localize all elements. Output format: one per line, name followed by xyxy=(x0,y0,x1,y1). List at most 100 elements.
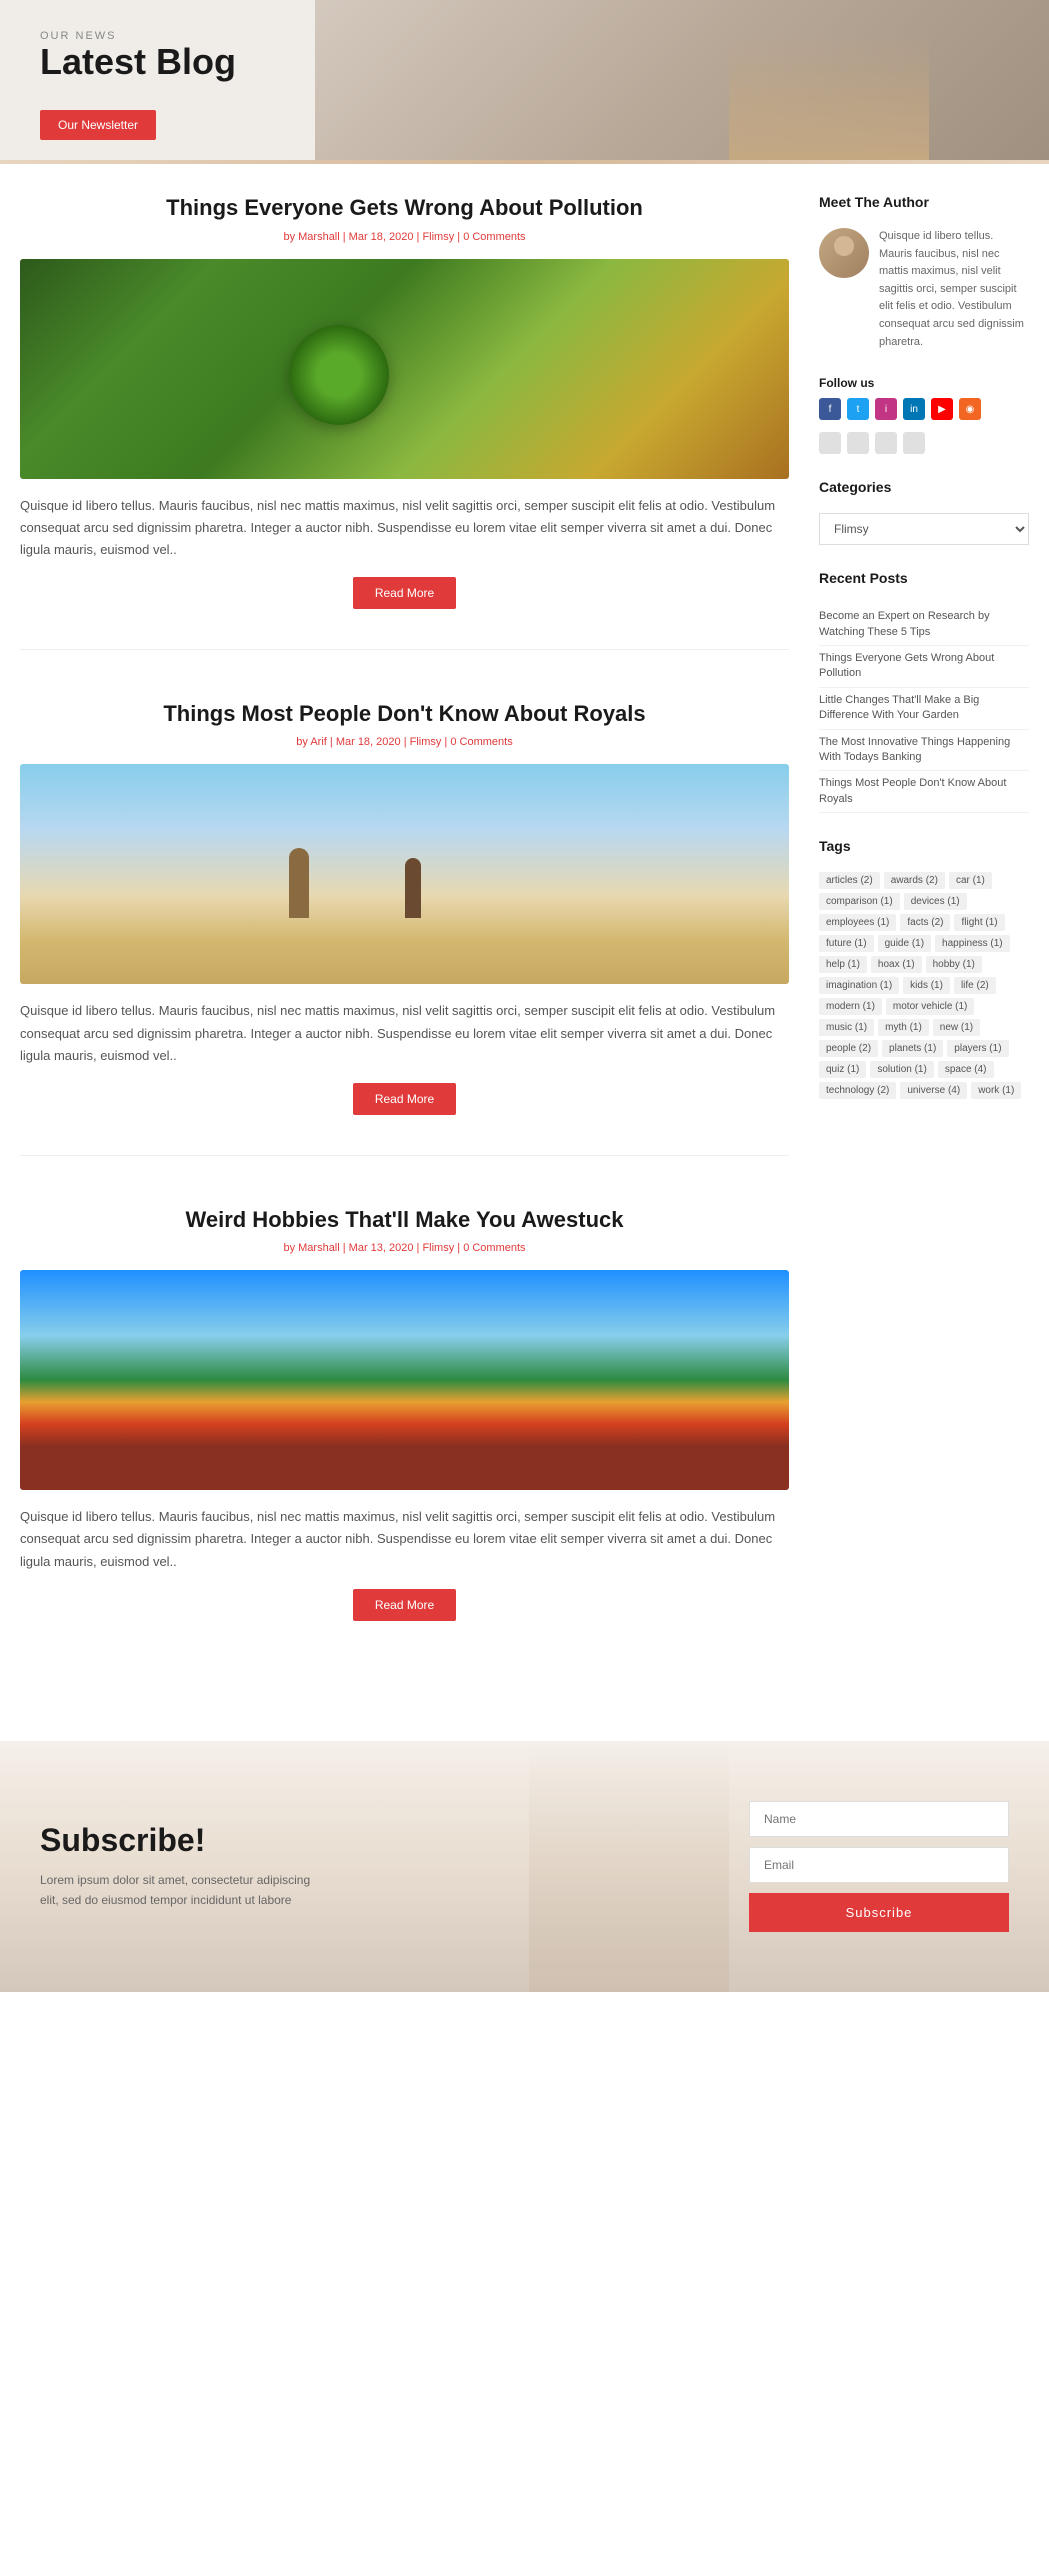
subscribe-section: Subscribe! Lorem ipsum dolor sit amet, c… xyxy=(0,1741,1049,1992)
tag-item[interactable]: guide (1) xyxy=(878,935,931,952)
youtube-icon[interactable]: ▶ xyxy=(931,398,953,420)
post-meta-3: by Marshall | Mar 13, 2020 | Flimsy | 0 … xyxy=(20,1242,789,1254)
categories-select[interactable]: Flimsy xyxy=(819,513,1029,545)
read-more-button-3[interactable]: Read More xyxy=(353,1589,456,1621)
tag-item[interactable]: space (4) xyxy=(938,1061,994,1078)
post-image-1 xyxy=(20,259,789,479)
recent-posts-section: Recent Posts Become an Expert on Researc… xyxy=(819,570,1029,813)
facebook-icon[interactable]: f xyxy=(819,398,841,420)
tag-item[interactable]: modern (1) xyxy=(819,998,882,1015)
social-icons-row-2 xyxy=(819,432,1029,454)
tag-item[interactable]: car (1) xyxy=(949,872,992,889)
tag-item[interactable]: kids (1) xyxy=(903,977,950,994)
tag-item[interactable]: facts (2) xyxy=(900,914,950,931)
blog-post-1: Things Everyone Gets Wrong About Polluti… xyxy=(20,194,789,650)
author-avatar xyxy=(819,228,869,278)
extra-social-3[interactable] xyxy=(875,432,897,454)
tag-item[interactable]: help (1) xyxy=(819,956,867,973)
follow-us-title: Follow us xyxy=(819,376,1029,390)
tag-item[interactable]: articles (2) xyxy=(819,872,880,889)
extra-social-1[interactable] xyxy=(819,432,841,454)
blog-post-2: Things Most People Don't Know About Roya… xyxy=(20,700,789,1156)
author-section-title: Meet The Author xyxy=(819,194,1029,216)
post-image-pollution xyxy=(20,259,789,479)
post-image-beach xyxy=(20,764,789,984)
tag-item[interactable]: people (2) xyxy=(819,1040,878,1057)
tag-item[interactable]: imagination (1) xyxy=(819,977,899,994)
tag-item[interactable]: employees (1) xyxy=(819,914,896,931)
blog-post-3: Weird Hobbies That'll Make You Awestuck … xyxy=(20,1206,789,1661)
post-image-2 xyxy=(20,764,789,984)
header-text: OUR NEWS Latest Blog xyxy=(40,30,236,82)
header-background xyxy=(315,0,1049,160)
rss-icon[interactable]: ◉ xyxy=(959,398,981,420)
recent-post-item-2[interactable]: Things Everyone Gets Wrong About Polluti… xyxy=(819,646,1029,688)
linkedin-icon[interactable]: in xyxy=(903,398,925,420)
tag-item[interactable]: comparison (1) xyxy=(819,893,900,910)
tags-section: Tags articles (2)awards (2)car (1) compar… xyxy=(819,838,1029,1099)
recent-post-item-5[interactable]: Things Most People Don't Know About Roya… xyxy=(819,771,1029,813)
subscribe-email-input[interactable] xyxy=(749,1847,1009,1883)
post-title-1: Things Everyone Gets Wrong About Polluti… xyxy=(20,194,789,223)
instagram-icon[interactable]: i xyxy=(875,398,897,420)
categories-section: Categories Flimsy xyxy=(819,479,1029,545)
post-excerpt-1: Quisque id libero tellus. Mauris faucibu… xyxy=(20,495,789,561)
tag-item[interactable]: work (1) xyxy=(971,1082,1021,1099)
post-excerpt-2: Quisque id libero tellus. Mauris faucibu… xyxy=(20,1000,789,1066)
post-title-3: Weird Hobbies That'll Make You Awestuck xyxy=(20,1206,789,1235)
tag-item[interactable]: music (1) xyxy=(819,1019,874,1036)
tag-item[interactable]: technology (2) xyxy=(819,1082,896,1099)
subscribe-form: Subscribe xyxy=(749,1801,1009,1932)
tags-title: Tags xyxy=(819,838,1029,860)
follow-section: Follow us f t i in ▶ ◉ xyxy=(819,376,1029,454)
tag-item[interactable]: flight (1) xyxy=(954,914,1004,931)
tag-item[interactable]: myth (1) xyxy=(878,1019,929,1036)
tag-item[interactable]: players (1) xyxy=(947,1040,1008,1057)
tag-item[interactable]: life (2) xyxy=(954,977,996,994)
tag-item[interactable]: happiness (1) xyxy=(935,935,1010,952)
recent-posts-list: Become an Expert on Research by Watching… xyxy=(819,604,1029,813)
read-more-button-2[interactable]: Read More xyxy=(353,1083,456,1115)
newsletter-button[interactable]: Our Newsletter xyxy=(40,110,156,140)
tag-item[interactable]: new (1) xyxy=(933,1019,980,1036)
author-bio: Quisque id libero tellus. Mauris faucibu… xyxy=(879,228,1029,351)
recent-posts-title: Recent Posts xyxy=(819,570,1029,592)
main-container: Things Everyone Gets Wrong About Polluti… xyxy=(0,164,1049,1741)
post-image-3 xyxy=(20,1270,789,1490)
tag-item[interactable]: hobby (1) xyxy=(926,956,982,973)
author-box: Quisque id libero tellus. Mauris faucibu… xyxy=(819,228,1029,351)
subscribe-title: Subscribe! xyxy=(40,1822,709,1859)
sidebar: Meet The Author Quisque id libero tellus… xyxy=(819,194,1029,1711)
tag-item[interactable]: universe (4) xyxy=(900,1082,967,1099)
post-meta-2: by Arif | Mar 18, 2020 | Flimsy | 0 Comm… xyxy=(20,736,789,748)
social-icons-row: f t i in ▶ ◉ xyxy=(819,398,1029,420)
header-title: Latest Blog xyxy=(40,42,236,82)
extra-social-4[interactable] xyxy=(903,432,925,454)
tag-item[interactable]: planets (1) xyxy=(882,1040,943,1057)
subscribe-description: Lorem ipsum dolor sit amet, consectetur … xyxy=(40,1871,320,1909)
tag-item[interactable]: solution (1) xyxy=(870,1061,933,1078)
page-header: OUR NEWS Latest Blog Our Newsletter xyxy=(0,0,1049,160)
twitter-icon[interactable]: t xyxy=(847,398,869,420)
tag-item[interactable]: devices (1) xyxy=(904,893,967,910)
subscribe-button[interactable]: Subscribe xyxy=(749,1893,1009,1932)
subscribe-text: Subscribe! Lorem ipsum dolor sit amet, c… xyxy=(40,1822,709,1909)
recent-post-item-3[interactable]: Little Changes That'll Make a Big Differ… xyxy=(819,688,1029,730)
extra-social-2[interactable] xyxy=(847,432,869,454)
post-excerpt-3: Quisque id libero tellus. Mauris faucibu… xyxy=(20,1506,789,1572)
post-meta-1: by Marshall | Mar 18, 2020 | Flimsy | 0 … xyxy=(20,231,789,243)
recent-post-item-1[interactable]: Become an Expert on Research by Watching… xyxy=(819,604,1029,646)
author-section: Meet The Author Quisque id libero tellus… xyxy=(819,194,1029,351)
header-person-image xyxy=(729,0,929,160)
tag-item[interactable]: quiz (1) xyxy=(819,1061,866,1078)
categories-title: Categories xyxy=(819,479,1029,501)
tags-container: articles (2)awards (2)car (1) comparison … xyxy=(819,872,1029,1099)
recent-post-item-4[interactable]: The Most Innovative Things Happening Wit… xyxy=(819,730,1029,772)
post-image-coastal xyxy=(20,1270,789,1490)
read-more-button-1[interactable]: Read More xyxy=(353,577,456,609)
tag-item[interactable]: awards (2) xyxy=(884,872,945,889)
tag-item[interactable]: future (1) xyxy=(819,935,874,952)
subscribe-name-input[interactable] xyxy=(749,1801,1009,1837)
tag-item[interactable]: motor vehicle (1) xyxy=(886,998,974,1015)
tag-item[interactable]: hoax (1) xyxy=(871,956,922,973)
